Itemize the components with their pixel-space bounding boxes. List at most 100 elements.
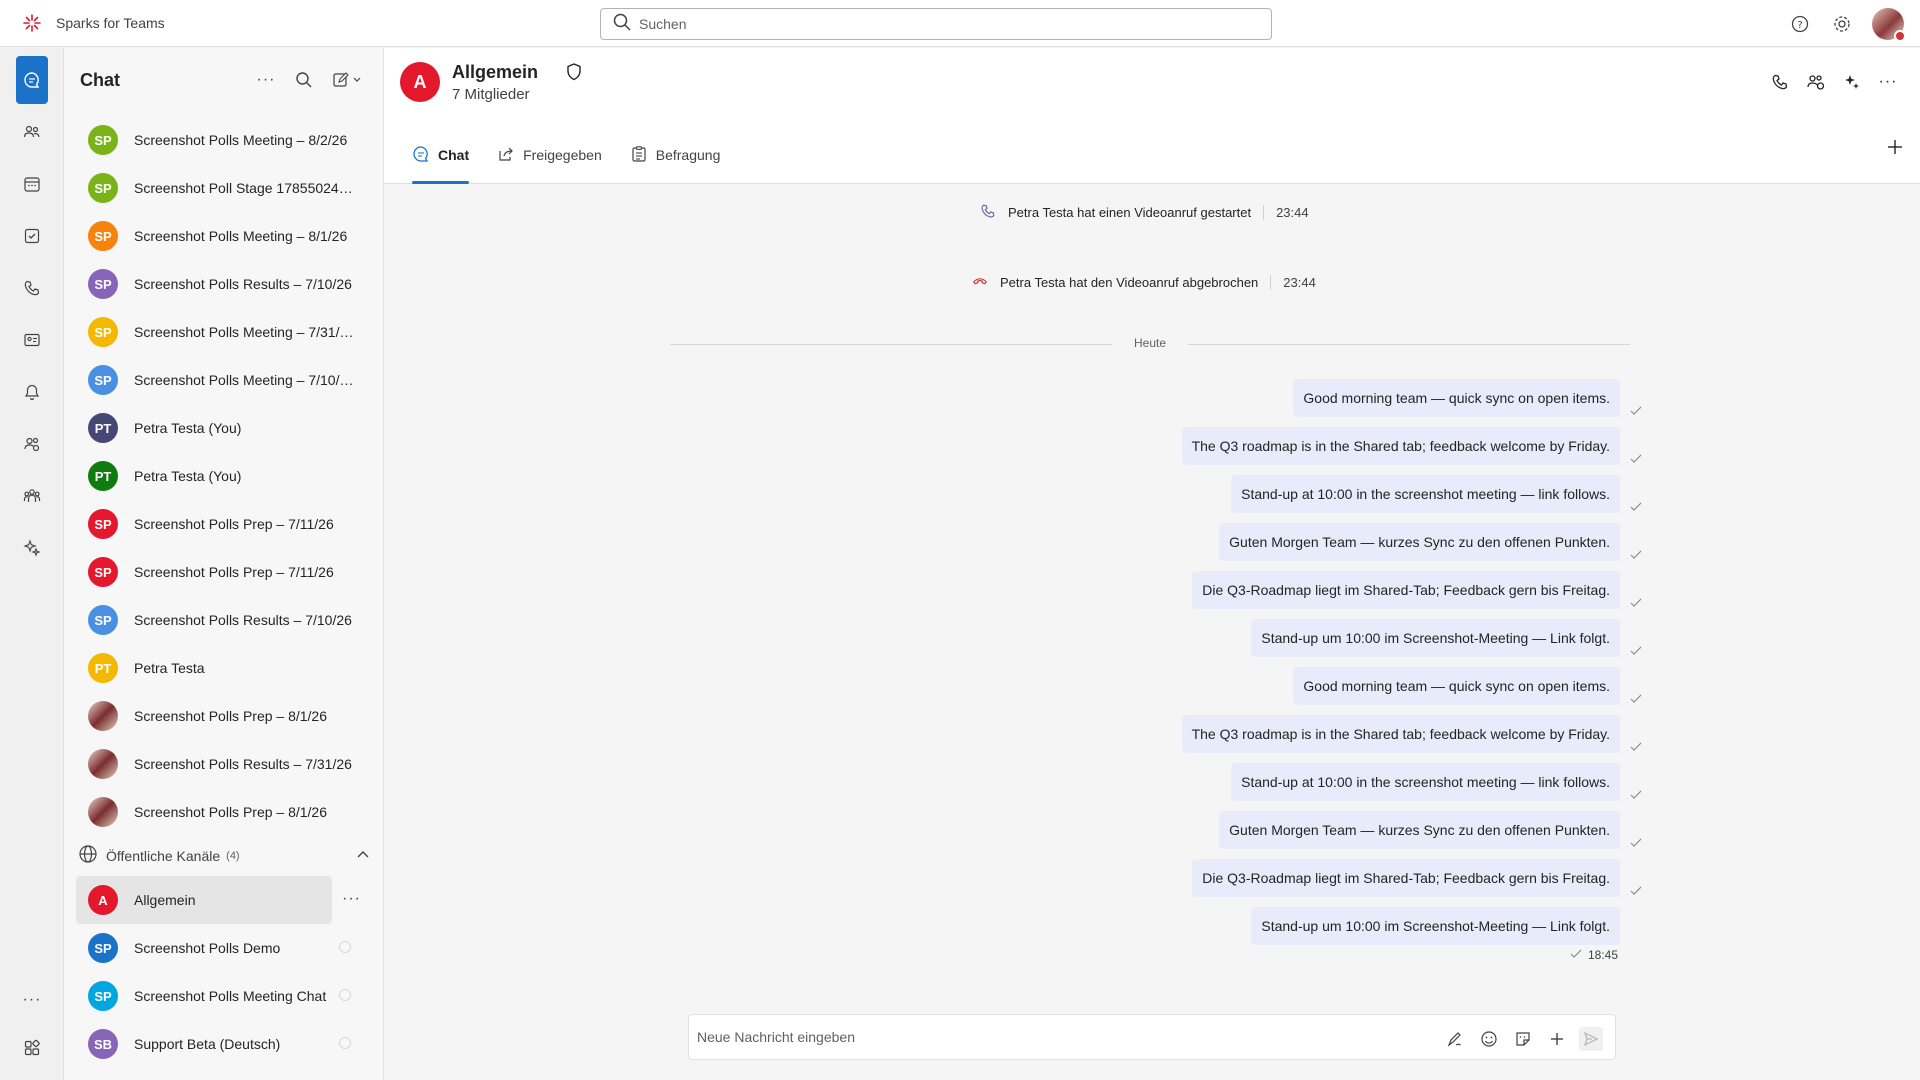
- tab-shared[interactable]: Freigegeben: [497, 126, 602, 184]
- chat-list-item[interactable]: SP Screenshot Polls Results – 7/10/26: [64, 260, 384, 308]
- channel-name: Allgemein: [134, 892, 196, 908]
- chat-list-item[interactable]: SP Screenshot Polls Results – 7/10/26: [64, 596, 384, 644]
- chat-list-item[interactable]: SP Screenshot Polls Meeting – 8/1/26: [64, 212, 384, 260]
- rail-people-icon[interactable]: [16, 116, 48, 148]
- tab-chat[interactable]: Chat: [412, 126, 470, 184]
- chat-name: Screenshot Polls Results – 7/10/26: [134, 612, 352, 628]
- read-check-icon: [1630, 886, 1642, 899]
- avatar: PT: [88, 653, 118, 683]
- avatar: PT: [88, 461, 118, 491]
- message-bubble[interactable]: Stand-up at 10:00 in the screenshot meet…: [1231, 763, 1620, 801]
- status-circle-icon: [339, 1037, 351, 1049]
- avatar: PT: [88, 413, 118, 443]
- chat-list-item[interactable]: Screenshot Polls Results – 7/31/26: [64, 740, 384, 788]
- message-bubble[interactable]: Stand-up at 10:00 in the screenshot meet…: [1231, 475, 1620, 513]
- message-row: Die Q3-Roadmap liegt im Shared-Tab; Feed…: [1192, 858, 1642, 898]
- add-tab-plus-icon[interactable]: [1886, 138, 1904, 161]
- new-chat-compose-icon[interactable]: [330, 68, 366, 92]
- channel-tabs: Chat Freigegeben Befragung: [412, 126, 720, 184]
- message-bubble[interactable]: Stand-up um 10:00 im Screenshot-Meeting …: [1251, 907, 1620, 945]
- channel-item[interactable]: SB Support Beta (Deutsch): [64, 1020, 384, 1068]
- conversation-more-icon[interactable]: ···: [1876, 70, 1900, 94]
- system-message-text: Petra Testa hat einen Videoanruf gestart…: [1008, 204, 1252, 220]
- shield-icon[interactable]: [564, 62, 584, 87]
- sparkle-ai-icon[interactable]: [1840, 70, 1864, 94]
- message-bubble[interactable]: Die Q3-Roadmap liegt im Shared-Tab; Feed…: [1192, 859, 1620, 897]
- chat-list-item[interactable]: SP Screenshot Polls Prep – 7/11/26: [64, 500, 384, 548]
- compose-box[interactable]: [688, 1014, 1616, 1060]
- call-phone-icon[interactable]: [1768, 70, 1792, 94]
- avatar: SP: [88, 557, 118, 587]
- settings-gear-icon[interactable]: [1830, 12, 1854, 36]
- rail-teams-icon[interactable]: [16, 480, 48, 512]
- rail-tasks-icon[interactable]: [16, 220, 48, 252]
- rail-calendar-icon[interactable]: [16, 168, 48, 200]
- channel-member-count[interactable]: 7 Mitglieder: [452, 86, 530, 103]
- message-row: Stand-up um 10:00 im Screenshot-Meeting …: [1251, 618, 1642, 658]
- avatar: [88, 701, 118, 731]
- rail-contacts-card-icon[interactable]: [16, 324, 48, 356]
- channel-name: Support Beta (Deutsch): [134, 1036, 281, 1052]
- format-pen-icon[interactable]: [1443, 1027, 1467, 1051]
- rail-apps-grid-icon[interactable]: [16, 1032, 48, 1064]
- message-bubble[interactable]: Die Q3-Roadmap liegt im Shared-Tab; Feed…: [1192, 571, 1620, 609]
- chat-name: Petra Testa: [134, 660, 205, 676]
- chat-list-item[interactable]: SP Screenshot Polls Prep – 7/11/26: [64, 548, 384, 596]
- search-chats-icon[interactable]: [292, 68, 316, 92]
- message-text: The Q3 roadmap is in the Shared tab; fee…: [1191, 726, 1610, 742]
- day-separator-label: Heute: [1133, 336, 1167, 350]
- search-icon: [613, 13, 631, 36]
- message-input[interactable]: [697, 1029, 1457, 1045]
- svg-text:?: ?: [1797, 20, 1802, 31]
- channel-item[interactable]: A Allgemein ···: [64, 876, 384, 924]
- chevron-up-icon[interactable]: [356, 848, 370, 867]
- tab-poll[interactable]: Befragung: [630, 126, 720, 184]
- message-bubble[interactable]: Guten Morgen Team — kurzes Sync zu den o…: [1219, 523, 1620, 561]
- rail-people-settings-icon[interactable]: [16, 428, 48, 460]
- chat-list-item[interactable]: SP Screenshot Poll Stage 178550240...: [64, 164, 384, 212]
- avatar: SP: [88, 221, 118, 251]
- message-text: The Q3 roadmap is in the Shared tab; fee…: [1191, 438, 1610, 454]
- message-bubble[interactable]: Good morning team — quick sync on open i…: [1293, 667, 1620, 705]
- rail-calls-icon[interactable]: [16, 272, 48, 304]
- message-row: Good morning team — quick sync on open i…: [1293, 378, 1642, 418]
- read-check-icon: [1630, 790, 1642, 803]
- sticker-icon[interactable]: [1511, 1027, 1535, 1051]
- channel-more-icon[interactable]: ···: [342, 890, 361, 908]
- rail-notifications-bell-icon[interactable]: [16, 376, 48, 408]
- chat-list-item[interactable]: SP Screenshot Polls Meeting – 8/2/26: [64, 116, 384, 164]
- user-avatar[interactable]: [1872, 7, 1906, 42]
- message-bubble[interactable]: Stand-up um 10:00 im Screenshot-Meeting …: [1251, 619, 1620, 657]
- rail-more-apps-icon[interactable]: ···: [16, 984, 48, 1016]
- emoji-icon[interactable]: [1477, 1027, 1501, 1051]
- chat-list-item[interactable]: SP Screenshot Polls Meeting – 7/10/26: [64, 356, 384, 404]
- chat-name: Screenshot Polls Prep – 8/1/26: [134, 804, 328, 820]
- rail-sparkle-copilot-icon[interactable]: [16, 532, 48, 564]
- chat-list-item[interactable]: Screenshot Polls Prep – 8/1/26: [64, 788, 384, 836]
- more-options-icon[interactable]: ···: [254, 68, 278, 92]
- manage-members-icon[interactable]: [1804, 70, 1828, 94]
- attach-plus-icon[interactable]: [1545, 1027, 1569, 1051]
- search-input[interactable]: [639, 16, 1239, 32]
- rail-chat-icon[interactable]: [16, 56, 48, 104]
- message-bubble[interactable]: The Q3 roadmap is in the Shared tab; fee…: [1181, 427, 1620, 465]
- channel-title[interactable]: Allgemein: [452, 62, 538, 83]
- chat-list-item[interactable]: SP Screenshot Polls Meeting – 7/31/26: [64, 308, 384, 356]
- message-bubble[interactable]: Good morning team — quick sync on open i…: [1293, 379, 1620, 417]
- chat-list-item[interactable]: PT Petra Testa: [64, 644, 384, 692]
- channel-item[interactable]: SP Screenshot Polls Meeting Chat: [64, 972, 384, 1020]
- search-box[interactable]: [600, 8, 1272, 40]
- avatar: SP: [88, 509, 118, 539]
- chat-name: Petra Testa (You): [134, 468, 242, 484]
- chat-list-item[interactable]: Screenshot Polls Prep – 8/1/26: [64, 692, 384, 740]
- channel-item[interactable]: SP Screenshot Polls Demo: [64, 924, 384, 972]
- public-channels-section[interactable]: Öffentliche Kanäle (4): [64, 836, 384, 876]
- chat-name: Screenshot Polls Meeting – 8/2/26: [134, 132, 348, 148]
- message-bubble[interactable]: Guten Morgen Team — kurzes Sync zu den o…: [1219, 811, 1620, 849]
- chat-list-item[interactable]: PT Petra Testa (You): [64, 404, 384, 452]
- send-icon[interactable]: [1579, 1027, 1603, 1051]
- help-icon[interactable]: ?: [1788, 12, 1812, 36]
- message-bubble[interactable]: The Q3 roadmap is in the Shared tab; fee…: [1181, 715, 1620, 753]
- chat-bubble-icon: [412, 145, 430, 166]
- chat-list-item[interactable]: PT Petra Testa (You): [64, 452, 384, 500]
